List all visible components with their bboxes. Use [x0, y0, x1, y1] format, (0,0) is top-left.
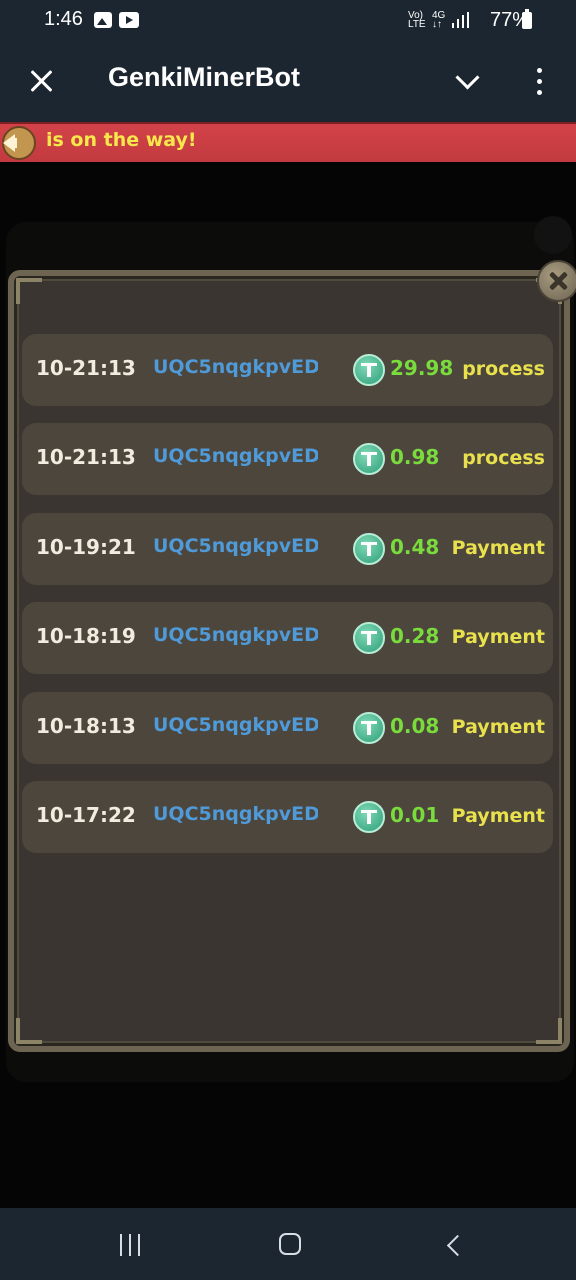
withdrawal-address[interactable]: UQC5nqgkpvED... — [153, 624, 318, 646]
status-bar: 1:46 Vo) LTE 4G ↓↑ 77% — [0, 0, 576, 42]
close-icon[interactable] — [28, 66, 56, 96]
status-time: 1:46 — [44, 8, 83, 30]
recent-apps-button[interactable] — [118, 1234, 142, 1256]
frame-corner — [16, 278, 42, 304]
home-button[interactable] — [279, 1233, 301, 1255]
frame-corner — [536, 1018, 562, 1044]
withdrawal-time: 10-18:13 — [36, 714, 136, 738]
app-title: GenkiMinerBot — [108, 62, 301, 92]
withdrawal-status: Payment — [451, 716, 545, 738]
withdrawal-address[interactable]: UQC5nqgkpvED... — [153, 356, 318, 378]
volte-indicator: Vo) LTE — [408, 11, 426, 30]
withdrawal-time: 10-19:21 — [36, 535, 136, 559]
usdt-icon — [353, 712, 385, 744]
more-options-icon[interactable] — [528, 66, 552, 98]
withdrawal-amount: 0.98 — [390, 445, 440, 469]
frame-corner — [16, 1018, 42, 1044]
usdt-icon — [353, 801, 385, 833]
withdrawal-time: 10-17:22 — [36, 803, 136, 827]
withdrawal-address[interactable]: UQC5nqgkpvED... — [153, 535, 318, 557]
signal-icon — [452, 12, 469, 28]
data-indicator: 4G ↓↑ — [432, 11, 445, 30]
withdrawal-address[interactable]: UQC5nqgkpvED... — [153, 445, 318, 467]
withdrawal-row: 10-18:13 UQC5nqgkpvED... 0.08 Payment — [22, 692, 553, 764]
gallery-icon — [94, 12, 112, 28]
withdrawal-status: process — [462, 358, 545, 380]
withdrawal-amount: 0.48 — [390, 535, 440, 559]
usdt-icon — [353, 354, 385, 386]
chevron-down-icon[interactable] — [454, 66, 484, 96]
withdrawal-time: 10-18:19 — [36, 624, 136, 648]
withdrawal-status: Payment — [451, 805, 545, 827]
withdrawal-row: 10-17:22 UQC5nqgkpvED... 0.01 Payment — [22, 781, 553, 853]
back-button[interactable] — [444, 1234, 466, 1256]
usdt-icon — [353, 443, 385, 475]
usdt-icon — [353, 622, 385, 654]
data-arrows-label: ↓↑ — [432, 19, 442, 30]
usdt-icon — [353, 533, 385, 565]
withdrawal-status: Payment — [451, 537, 545, 559]
withdrawal-time: 10-21:13 — [36, 445, 136, 469]
withdrawal-amount: 0.08 — [390, 714, 440, 738]
background-close-icon — [534, 216, 572, 254]
withdrawal-row: 10-21:13 UQC5nqgkpvED... 29.98 process — [22, 334, 553, 406]
announcement-banner: is on the way! — [0, 122, 576, 162]
withdrawal-status: Payment — [451, 626, 545, 648]
withdrawal-amount: 0.28 — [390, 624, 440, 648]
withdrawal-amount: 29.98 — [390, 356, 454, 380]
withdrawal-address[interactable]: UQC5nqgkpvED... — [153, 803, 318, 825]
megaphone-icon — [2, 126, 36, 160]
lte-label: LTE — [408, 19, 426, 30]
announcement-text: is on the way! — [46, 129, 197, 151]
withdrawal-row: 10-18:19 UQC5nqgkpvED... 0.28 Payment — [22, 602, 553, 674]
withdrawal-status: process — [462, 447, 545, 469]
withdrawal-amount: 0.01 — [390, 803, 440, 827]
system-navigation-bar — [0, 1208, 576, 1280]
youtube-icon — [119, 12, 139, 28]
withdrawal-row: 10-19:21 UQC5nqgkpvED... 0.48 Payment — [22, 513, 553, 585]
battery-icon — [522, 9, 532, 29]
screen: 1:46 Vo) LTE 4G ↓↑ 77% GenkiMinerBot is … — [0, 0, 576, 1280]
withdrawal-time: 10-21:13 — [36, 356, 136, 380]
withdrawal-address[interactable]: UQC5nqgkpvED... — [153, 714, 318, 736]
app-bar: GenkiMinerBot — [0, 42, 576, 122]
modal-close-button[interactable] — [537, 260, 576, 302]
withdrawal-row: 10-21:13 UQC5nqgkpvED... 0.98 process — [22, 423, 553, 495]
